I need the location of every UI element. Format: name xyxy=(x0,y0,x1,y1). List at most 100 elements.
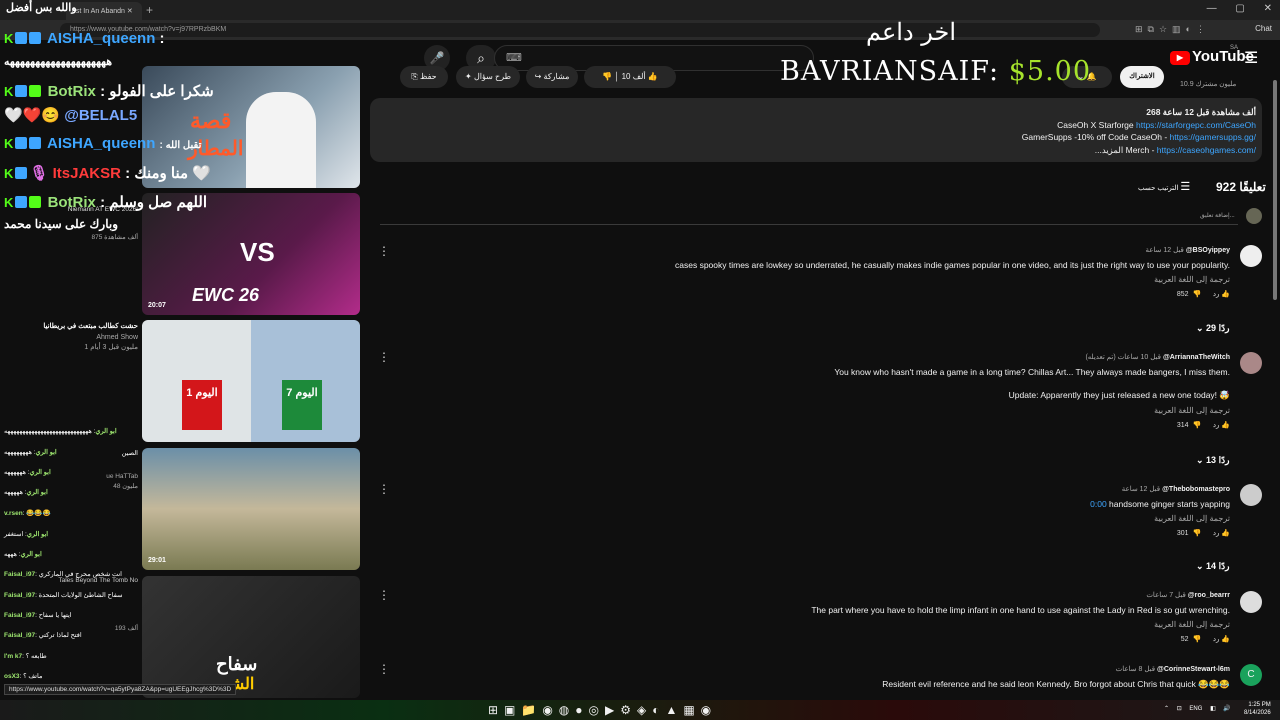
like-icon[interactable]: 👍 xyxy=(1221,530,1230,537)
description-link[interactable]: https://starforgepc.com/CaseOh xyxy=(1136,120,1256,130)
avatar[interactable] xyxy=(1240,245,1262,267)
description-line: ...المزيد Merch - https://caseohgames.co… xyxy=(1094,144,1256,155)
chat-message: K AISHA_queenn : تقبل الله xyxy=(4,135,201,152)
subscriber-count: 10.9 مليون مشترك xyxy=(1180,81,1237,88)
dislike-icon[interactable]: 👎 xyxy=(1192,530,1201,537)
system-tray[interactable]: ⌃ ⊡ ENG ◧ 🔊 xyxy=(1164,705,1231,712)
extension-icons[interactable]: ⊞⧉☆▥◐⋮ xyxy=(1135,24,1210,35)
chat-message: وبارك على سيدنا محمد xyxy=(4,217,118,231)
chat-text: : ههههههههههههههههههههههههههههه xyxy=(4,428,96,435)
tab-active[interactable]: ost In An Abandn ✕ xyxy=(66,2,142,20)
replies-toggle[interactable]: ⌄ 29 ردًا xyxy=(1196,323,1229,334)
scrollbar[interactable] xyxy=(1273,80,1277,300)
more-options-icon[interactable]: ⋮ xyxy=(378,350,390,364)
sidebar-video-meta[interactable]: Tales Beyond The Tomb No 193 ألف xyxy=(30,577,138,632)
chat-username: ItsJAKSR xyxy=(52,165,121,182)
reply-button[interactable]: رد xyxy=(1213,422,1220,429)
chat-text: : xyxy=(159,30,165,47)
comment-text: handsome ginger starts yapping xyxy=(1106,499,1230,509)
country-code: SA xyxy=(1230,45,1239,51)
keyboard-icon[interactable]: ⌨ xyxy=(506,51,522,64)
youtube-logo[interactable]: ▶ YouTube xyxy=(1170,48,1254,65)
chat-text: : ماتف ؟ xyxy=(19,673,43,680)
reply-button[interactable]: رد xyxy=(1213,291,1220,298)
description-link[interactable]: https://caseohgames.com/ xyxy=(1157,145,1256,155)
ask-button[interactable]: ✦ طرح سؤال xyxy=(456,66,520,88)
view-stats: 268 ألف مشاهدة قبل 12 ساعة xyxy=(1146,107,1256,117)
like-icon[interactable]: 👍 xyxy=(1221,422,1230,429)
chat-text: : هههه xyxy=(4,551,21,558)
add-comment-input[interactable]: إضافة تعليق... xyxy=(1200,212,1235,219)
avatar[interactable]: C xyxy=(1240,664,1262,686)
comment: قبل 8 ساعات @CorinneStewart-l6m Resident… xyxy=(882,666,1230,689)
avatar[interactable] xyxy=(1240,591,1262,613)
chat-text: : اللهم صل وسلم xyxy=(100,194,208,211)
reply-button[interactable]: رد xyxy=(1213,530,1220,537)
like-icon[interactable]: 👍 xyxy=(1221,636,1230,643)
comment-author[interactable]: @roo_bearrr xyxy=(1188,592,1230,599)
dislike-icon[interactable]: 👎 xyxy=(1192,291,1201,298)
sidebar-video-meta[interactable]: الصين ue HaTTab 48 مليون xyxy=(60,449,138,490)
thumbnail-text: اليوم 1 xyxy=(182,380,222,430)
sort-button[interactable]: الترتيب حسب ☰ xyxy=(1138,180,1190,193)
chat-text: : انت شخص محرج في الماركري xyxy=(35,571,122,578)
comment-author[interactable]: @BSOyippey xyxy=(1186,247,1230,254)
chat-text: : شكرا على الفولو xyxy=(100,83,214,100)
chat-button[interactable]: Chat xyxy=(1255,24,1272,33)
browser-tab-bar: ost In An Abandn ✕ + — ▢ ✕ xyxy=(0,0,1280,20)
video-thumbnail[interactable]: 29:01 xyxy=(142,448,360,570)
replies-toggle[interactable]: ⌄ 13 ردًا xyxy=(1196,455,1229,466)
avatar[interactable] xyxy=(1240,484,1262,506)
avatar[interactable] xyxy=(1240,352,1262,374)
chat-text: 🤍❤️😊 xyxy=(4,107,61,124)
language-indicator[interactable]: ENG xyxy=(1189,706,1202,712)
clock[interactable]: 1:25 PM 8/14/2026 xyxy=(1244,701,1271,717)
window-controls[interactable]: — ▢ ✕ xyxy=(1207,3,1272,14)
more-options-icon[interactable]: ⋮ xyxy=(378,244,390,258)
like-icon[interactable]: 👍 xyxy=(1221,291,1230,298)
comment-author[interactable]: @Thebobomastepro xyxy=(1162,486,1230,493)
taskbar-app-icons[interactable]: ⊞▣📁◉◍●◎▶⚙◈◐▲▦◉ xyxy=(488,703,717,717)
chat-text: : افتح لماذا تركتي xyxy=(35,632,82,639)
subscribe-button[interactable]: الاشتراك xyxy=(1120,66,1164,88)
chat-text: : 😂😂😂 xyxy=(22,510,51,517)
chat-text: : استغفر xyxy=(4,531,27,538)
more-options-icon[interactable]: ⋮ xyxy=(378,482,390,496)
chat-text: : ههههههههه xyxy=(4,449,36,456)
translate-link[interactable]: ترجمة إلى اللغة العربية xyxy=(811,620,1230,629)
translate-link[interactable]: ترجمة إلى اللغة العربية xyxy=(675,275,1230,284)
like-count: 10 ألف xyxy=(621,72,646,81)
sidebar-video-meta[interactable]: حشت كطالب مبتعث في بريطانيا Ahmed Show 1… xyxy=(10,322,138,351)
comment-author[interactable]: @CorinneStewart-l6m xyxy=(1157,666,1230,673)
chat-message: K 🎙 ItsJAKSR : منا ومنك 🤍 xyxy=(4,164,211,182)
reply-button[interactable]: رد xyxy=(1213,636,1220,643)
chat-message: K BotRix : شكرا على الفولو xyxy=(4,82,214,100)
replies-toggle[interactable]: ⌄ 14 ردًا xyxy=(1196,561,1229,572)
description-link[interactable]: https://gamersupps.gg/ xyxy=(1170,132,1256,142)
dislike-icon[interactable]: 👎 xyxy=(1192,422,1201,429)
translate-link[interactable]: ترجمة إلى اللغة العربية xyxy=(1090,514,1230,523)
save-button[interactable]: ⎘ حفظ xyxy=(400,66,448,88)
like-dislike-group[interactable]: 👎 │ 10 ألف 👍 xyxy=(584,66,676,88)
video-thumbnail[interactable]: VS EWC 26 20:07 xyxy=(142,193,360,315)
hamburger-menu-icon[interactable]: ☰ xyxy=(1244,48,1258,68)
share-button[interactable]: ↪ مشاركة xyxy=(526,66,578,88)
chat-message: 🤍❤️😊 @BELAL5 xyxy=(4,106,137,124)
chat-text: : منا ومنك 🤍 xyxy=(125,165,211,182)
timestamp-link[interactable]: 0:00 xyxy=(1090,499,1107,509)
chat-username: ابو الري xyxy=(26,489,48,496)
video-thumbnail[interactable]: اليوم 1 اليوم 7 xyxy=(142,320,360,442)
description-line: CaseOh X Starforge https://starforgepc.c… xyxy=(1057,119,1256,130)
chat-username: Faisal_i97 xyxy=(4,632,36,639)
video-title: Tales Beyond The Tomb No xyxy=(58,577,138,584)
dislike-icon[interactable]: 👎 xyxy=(1192,636,1201,643)
more-options-icon[interactable]: ⋮ xyxy=(378,588,390,602)
comment-author[interactable]: @ArriannaTheWitch xyxy=(1163,354,1230,361)
translate-link[interactable]: ترجمة إلى اللغة العربية xyxy=(834,406,1230,415)
new-tab-button[interactable]: + xyxy=(146,3,153,17)
like-count: 52 xyxy=(1180,636,1189,643)
chat-message: v.rsen: 😂😂😂 xyxy=(4,509,51,517)
video-stats: 1 مليون قبل 3 أيام xyxy=(84,344,138,351)
more-options-icon[interactable]: ⋮ xyxy=(378,662,390,676)
video-thumbnail[interactable]: سفاح الشـ xyxy=(142,576,360,698)
